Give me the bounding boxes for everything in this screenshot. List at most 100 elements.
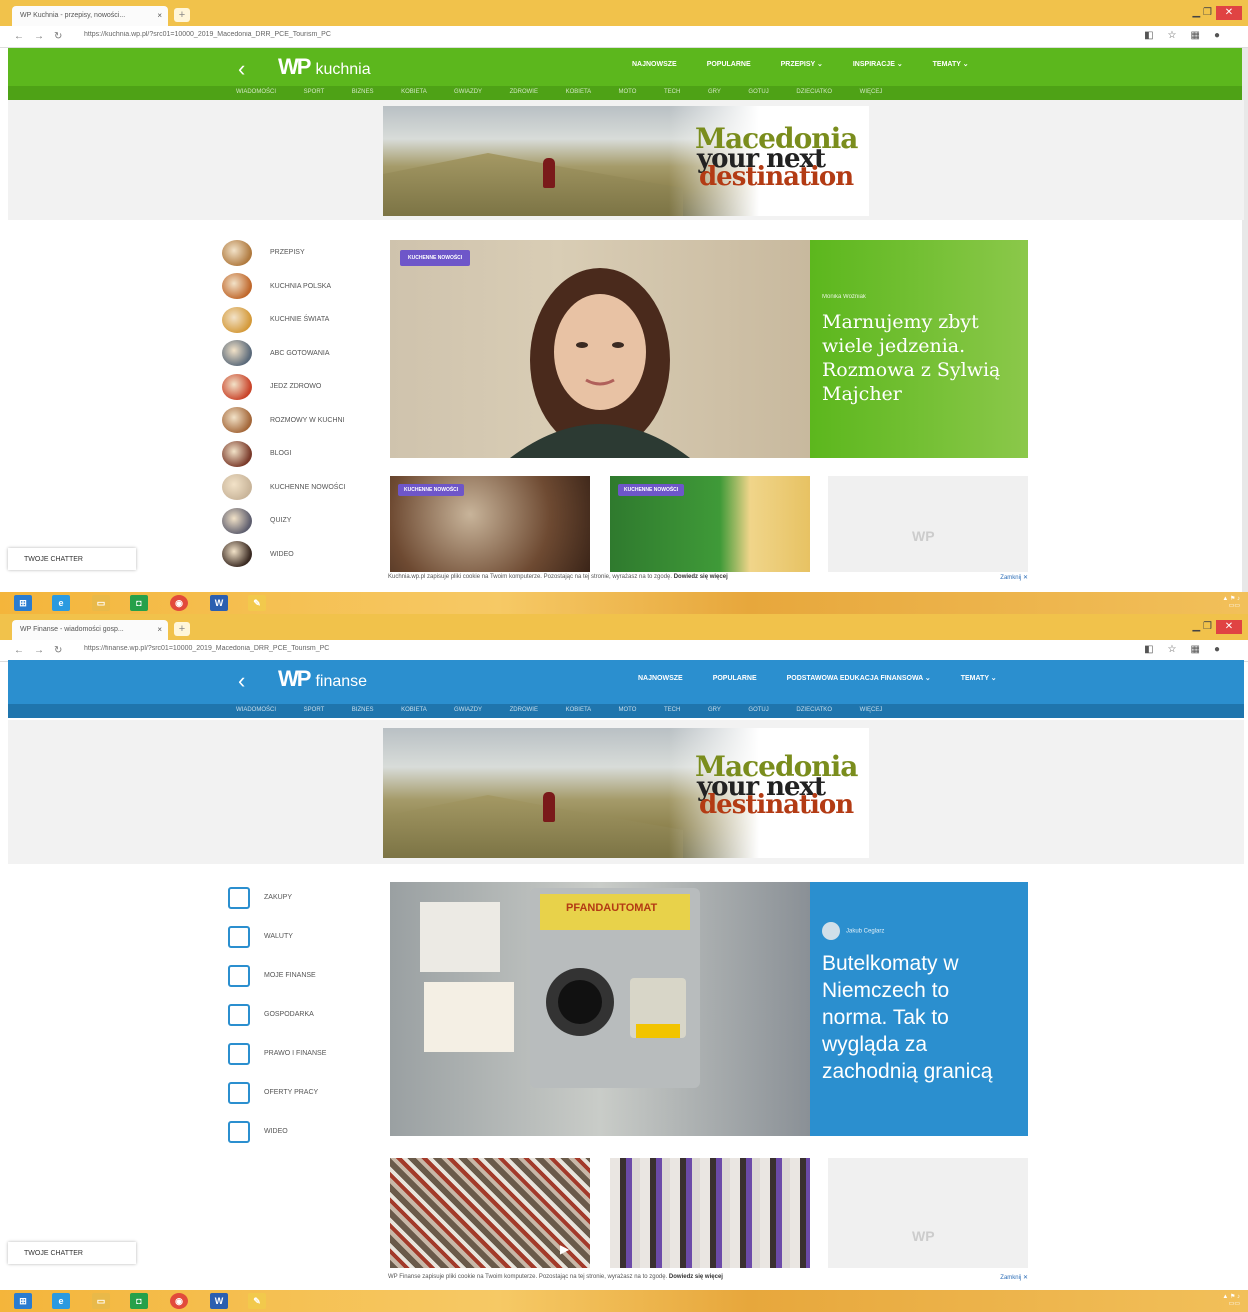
article-card[interactable]: KUCHENNE NOWOŚCI [390,476,590,572]
browser-tab[interactable]: WP Kuchnia - przepisy, nowości... × [12,6,168,26]
store-icon[interactable]: ◘ [130,595,148,611]
cookie-dismiss-button[interactable]: Zamknij ✕ [1000,574,1028,581]
maximize-icon[interactable]: ❐ [1203,7,1212,18]
chrome-icon[interactable]: ◉ [170,1293,188,1309]
subnav-item[interactable]: KOBIETA [401,707,454,713]
new-tab-button[interactable]: + [174,8,190,22]
floating-widget[interactable]: TWOJE CHATTER [8,1242,136,1264]
site-logo[interactable]: WP finanse [278,666,367,692]
subnav-item[interactable]: GRY [708,707,748,713]
back-icon[interactable]: ← [14,31,34,42]
system-clock[interactable]: ▲ ⚑ ♪ ▭▭ [1222,596,1240,610]
internet-explorer-icon[interactable]: e [52,595,70,611]
subnav-item[interactable]: TECH [664,89,708,95]
chrome-icon[interactable]: ◉ [170,595,188,611]
cookie-more-link[interactable]: Dowiedz się więcej [674,574,728,580]
subnav-item[interactable]: DZIECIATKO [796,707,859,713]
profile-icon[interactable]: ● [1214,30,1234,41]
new-tab-button[interactable]: + [174,622,190,636]
subnav-item[interactable]: KOBIETA [401,89,454,95]
url-field[interactable]: https://finanse.wp.pl/?src01=10000_2019_… [84,645,1114,658]
subnav-item[interactable]: BIZNES [352,707,401,713]
sidebar-item[interactable]: KUCHENNE NOWOŚCI [222,471,382,505]
article-card[interactable] [610,1158,810,1268]
category-badge[interactable]: KUCHENNE NOWOŚCI [618,484,685,496]
nav-item[interactable]: NAJNOWSZE [638,675,683,682]
cookie-dismiss-button[interactable]: Zamknij ✕ [1000,1274,1028,1281]
minimize-icon[interactable]: ▁ [1193,621,1201,632]
forward-icon[interactable]: → [34,645,54,656]
subnav-item[interactable]: MOTO [619,707,664,713]
subnav-item[interactable]: WIADOMOŚCI [236,89,304,95]
subnav-item[interactable]: MOTO [619,89,664,95]
file-explorer-icon[interactable]: ▭ [92,1293,110,1309]
cookie-more-link[interactable]: Dowiedz się więcej [669,1274,723,1280]
subnav-item[interactable]: GWIAZDY [454,707,510,713]
subnav-item[interactable]: SPORT [304,89,352,95]
article-headline[interactable]: Butelkomaty w Niemczech to norma. Tak to… [822,950,1016,1085]
start-icon[interactable]: ⊞ [14,595,32,611]
browser-tab[interactable]: WP Finanse - wiadomości gosp... × [12,620,168,640]
paint-icon[interactable]: ✎ [248,595,266,611]
sidebar-item[interactable]: MOJE FINANSE [222,956,382,995]
word-icon[interactable]: W [210,595,228,611]
sidebar-item[interactable]: ROZMOWY W KUCHNI [222,404,382,438]
extension-icon[interactable]: ◧ [1144,644,1167,655]
subnav-item[interactable]: BIZNES [352,89,401,95]
nav-item[interactable]: POPULARNE [707,61,751,68]
nav-item[interactable]: NAJNOWSZE [632,61,677,68]
category-badge[interactable]: KUCHENNE NOWOŚCI [400,250,471,266]
sidebar-item[interactable]: PRZEPISY [222,236,382,270]
sidebar-item[interactable]: BLOGI [222,437,382,471]
hero-article[interactable]: KUCHENNE NOWOŚCI Monika Woźniak Marnujem… [390,240,1028,458]
sidebar-item[interactable]: GOSPODARKA [222,995,382,1034]
sidebar-item[interactable]: ZAKUPY [222,878,382,917]
site-logo[interactable]: WP kuchnia [278,54,371,80]
system-clock[interactable]: ▲ ⚑ ♪ ▭▭ [1222,1294,1240,1308]
category-badge[interactable]: KUCHENNE NOWOŚCI [398,484,465,496]
profile-icon[interactable]: ● [1214,644,1234,655]
sidebar-item[interactable]: KUCHNIE ŚWIATA [222,303,382,337]
nav-item[interactable]: PRZEPISY ⌄ [781,61,823,68]
hero-image[interactable]: KUCHENNE NOWOŚCI [390,240,810,458]
sidebar-item[interactable]: PRAWO I FINANSE [222,1034,382,1073]
hero-article[interactable]: PFANDAUTOMAT Jakub Ceglarz Butelkomaty w… [390,882,1028,1136]
close-tab-icon[interactable]: × [157,625,162,634]
sidebar-item[interactable]: WALUTY [222,917,382,956]
bookmark-star-icon[interactable]: ☆ [1168,30,1191,41]
video-play-icon[interactable]: ▶ [560,1242,569,1256]
back-arrow-icon[interactable]: ‹ [238,56,245,82]
close-tab-icon[interactable]: × [157,11,162,20]
sidebar-item[interactable]: QUIZY [222,504,382,538]
article-card[interactable]: ▶ [390,1158,590,1268]
ad-placeholder[interactable]: WP [828,1158,1028,1268]
subnav-item[interactable]: KOBIETA [566,707,619,713]
nav-item[interactable]: PODSTAWOWA EDUKACJA FINANSOWA ⌄ [787,675,931,682]
subnav-item[interactable]: SPORT [304,707,352,713]
ad-placeholder[interactable]: WP [828,476,1028,572]
sidebar-item[interactable]: KUCHNIA POLSKA [222,270,382,304]
apps-icon[interactable]: ▦ [1191,30,1214,41]
back-icon[interactable]: ← [14,645,34,656]
word-icon[interactable]: W [210,1293,228,1309]
extension-icon[interactable]: ◧ [1144,30,1167,41]
nav-item[interactable]: TEMATY ⌄ [961,675,997,682]
subnav-item[interactable]: GOTUJ [748,89,796,95]
article-card[interactable]: KUCHENNE NOWOŚCI [610,476,810,572]
subnav-item[interactable]: GOTUJ [748,707,796,713]
subnav-item[interactable]: KOBIETA [566,89,619,95]
nav-item[interactable]: INSPIRACJE ⌄ [853,61,903,68]
subnav-item[interactable]: GRY [708,89,748,95]
sidebar-item[interactable]: WIDEO [222,1112,382,1151]
subnav-item[interactable]: TECH [664,707,708,713]
subnav-item[interactable]: ZDROWIE [510,89,566,95]
store-icon[interactable]: ◘ [130,1293,148,1309]
nav-item[interactable]: TEMATY ⌄ [933,61,969,68]
start-icon[interactable]: ⊞ [14,1293,32,1309]
hero-panel[interactable]: Jakub Ceglarz Butelkomaty w Niemczech to… [810,882,1028,1136]
article-headline[interactable]: Marnujemy zbyt wiele jedzenia. Rozmowa z… [822,310,1016,406]
floating-widget[interactable]: TWOJE CHATTER [8,548,136,570]
maximize-icon[interactable]: ❐ [1203,621,1212,632]
hero-image[interactable]: PFANDAUTOMAT [390,882,810,1136]
reload-icon[interactable]: ↻ [54,31,72,42]
